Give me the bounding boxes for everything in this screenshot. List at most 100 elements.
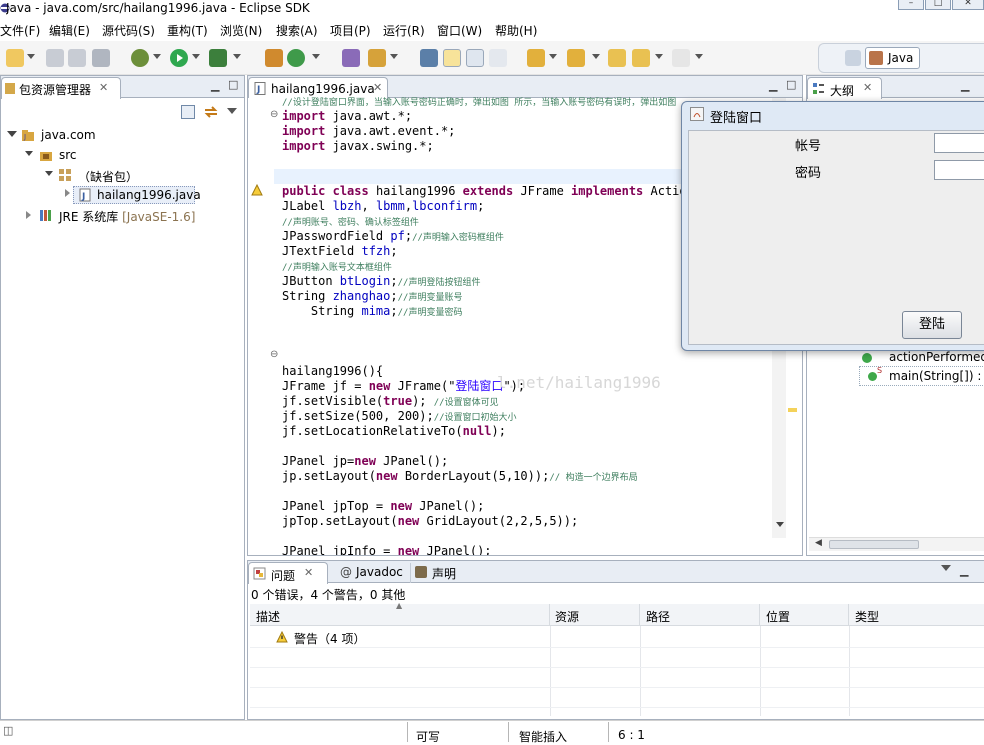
overview-warning-marker[interactable] <box>788 408 797 412</box>
menu-source[interactable]: 源代码(S) <box>102 22 155 39</box>
outline-hscrollbar[interactable]: ◀ <box>809 537 984 551</box>
menu-help[interactable]: 帮助(H) <box>495 22 537 39</box>
menu-edit[interactable]: 编辑(E) <box>49 22 90 39</box>
column-resource[interactable]: 资源 <box>550 604 640 626</box>
menu-run[interactable]: 运行(R) <box>383 22 425 39</box>
new-java-project-icon[interactable] <box>265 49 283 67</box>
external-tools-icon[interactable] <box>209 49 227 67</box>
prev-edit-dropdown-icon[interactable] <box>592 54 600 59</box>
tab-javadoc[interactable]: @ Javadoc <box>338 563 410 583</box>
save-icon[interactable] <box>46 49 64 67</box>
minimize-button[interactable]: – <box>898 0 924 10</box>
menu-navigate[interactable]: 浏览(N) <box>220 22 262 39</box>
fold-imports-icon[interactable]: ⊖ <box>270 109 278 120</box>
expand-default-package-icon[interactable] <box>45 171 53 176</box>
login-window[interactable]: 登陆窗口 帐号 密码 登陆 <box>681 101 984 351</box>
expand-java-com-icon[interactable] <box>7 131 17 137</box>
link-with-editor-icon[interactable] <box>203 105 219 119</box>
last-edit-location-icon[interactable] <box>608 49 626 67</box>
tree-item-hailang1996-java[interactable]: hailang1996.java <box>97 188 201 202</box>
account-input[interactable] <box>934 133 984 153</box>
table-row[interactable]: 警告（4 项） <box>250 627 984 647</box>
menu-search[interactable]: 搜索(A) <box>276 22 318 39</box>
back-dropdown-icon[interactable] <box>655 54 663 59</box>
close-icon[interactable]: ✕ <box>863 81 872 94</box>
perspective-java-button[interactable]: Java <box>865 47 920 69</box>
collapse-all-icon[interactable] <box>181 105 195 119</box>
close-button[interactable]: ✕ <box>952 0 984 10</box>
close-icon[interactable]: ✕ <box>99 81 108 94</box>
new-class-dropdown-icon[interactable] <box>312 54 320 59</box>
back-icon[interactable] <box>632 49 650 67</box>
column-type[interactable]: 类型 <box>849 604 984 626</box>
fold-constructor-icon[interactable]: ⊖ <box>270 349 278 360</box>
column-path[interactable]: 路径 <box>640 604 760 626</box>
open-perspective-icon[interactable] <box>845 50 861 66</box>
expand-file-icon[interactable] <box>65 189 70 197</box>
open-type-icon[interactable] <box>342 49 360 67</box>
external-tools-dropdown-icon[interactable] <box>233 54 241 59</box>
close-icon[interactable]: ✕ <box>373 81 382 94</box>
column-description[interactable]: 描述 ▲ <box>250 601 550 626</box>
menu-file[interactable]: 文件(F) <box>0 22 40 39</box>
column-location[interactable]: 位置 <box>760 604 849 626</box>
next-annotation-icon[interactable] <box>420 49 438 67</box>
tab-package-explorer[interactable]: 包资源管理器 ✕ <box>1 77 121 99</box>
expand-src-icon[interactable] <box>25 151 33 156</box>
new-class-icon[interactable] <box>287 49 305 67</box>
outline-item-main[interactable]: S main(String[]) : v <box>859 366 984 386</box>
debug-icon[interactable] <box>131 49 149 67</box>
show-whitespace-icon[interactable] <box>489 49 507 67</box>
forward-icon[interactable] <box>672 49 690 67</box>
scroll-down-icon[interactable] <box>776 522 784 527</box>
tab-outline[interactable]: 大纲 ✕ <box>807 77 882 99</box>
next-edit-icon[interactable] <box>527 49 545 67</box>
fast-view-icon[interactable]: ◫ <box>3 724 13 737</box>
new-icon[interactable] <box>6 49 24 67</box>
tree-item-default-package[interactable]: （缺省包） <box>78 168 138 185</box>
code-line: JPanel jp=new JPanel(); <box>282 454 784 469</box>
code-token: ; <box>390 289 398 303</box>
run-icon[interactable] <box>170 49 188 67</box>
tree-item-jre[interactable]: JRE 系统库 [JavaSE-1.6] <box>59 208 195 225</box>
search-icon[interactable] <box>368 49 386 67</box>
menu-window[interactable]: 窗口(W) <box>437 22 482 39</box>
print-icon[interactable] <box>92 49 110 67</box>
scroll-left-icon[interactable]: ◀ <box>815 538 822 548</box>
view-menu-icon[interactable] <box>941 565 951 571</box>
menu-refactor[interactable]: 重构(T) <box>167 22 208 39</box>
scroll-thumb[interactable] <box>829 540 919 549</box>
warning-marker-icon[interactable] <box>251 183 263 196</box>
maximize-button[interactable]: □ <box>925 0 951 10</box>
password-input[interactable] <box>934 160 984 180</box>
maximize-view-icon[interactable]: □ <box>228 78 238 91</box>
tree-item-src[interactable]: src <box>59 148 77 162</box>
code-token: true <box>383 394 413 408</box>
menu-project[interactable]: 项目(P) <box>330 22 371 39</box>
view-menu-icon[interactable] <box>227 108 237 114</box>
java-file-tab-icon: J <box>254 82 266 95</box>
run-dropdown-icon[interactable] <box>192 54 200 59</box>
code-token: //声明输入账号文本框组件 <box>282 263 392 273</box>
save-all-icon[interactable] <box>68 49 86 67</box>
close-icon[interactable]: ✕ <box>304 566 313 579</box>
toggle-mark-occurrences-icon[interactable] <box>443 49 461 67</box>
code-token: pf <box>390 229 405 243</box>
tab-declaration[interactable]: 声明 <box>410 563 470 583</box>
debug-dropdown-icon[interactable] <box>153 54 161 59</box>
tab-problems[interactable]: 问题 ✕ <box>248 562 328 584</box>
search-dropdown-icon[interactable] <box>390 54 398 59</box>
next-edit-dropdown-icon[interactable] <box>549 54 557 59</box>
forward-dropdown-icon[interactable] <box>695 54 703 59</box>
prev-edit-icon[interactable] <box>567 49 585 67</box>
minimize-view-icon[interactable]: ▁ <box>960 564 968 577</box>
expand-jre-icon[interactable] <box>26 211 31 219</box>
maximize-view-icon[interactable]: □ <box>786 78 796 91</box>
minimize-view-icon[interactable]: ▁ <box>961 79 969 92</box>
minimize-view-icon[interactable]: ▁ <box>769 79 777 92</box>
block-selection-icon[interactable] <box>466 49 484 67</box>
minimize-view-icon[interactable]: ▁ <box>211 79 219 92</box>
new-dropdown-icon[interactable] <box>27 54 35 59</box>
tree-item-java-com[interactable]: java.com <box>41 128 96 142</box>
login-button[interactable]: 登陆 <box>902 311 962 339</box>
